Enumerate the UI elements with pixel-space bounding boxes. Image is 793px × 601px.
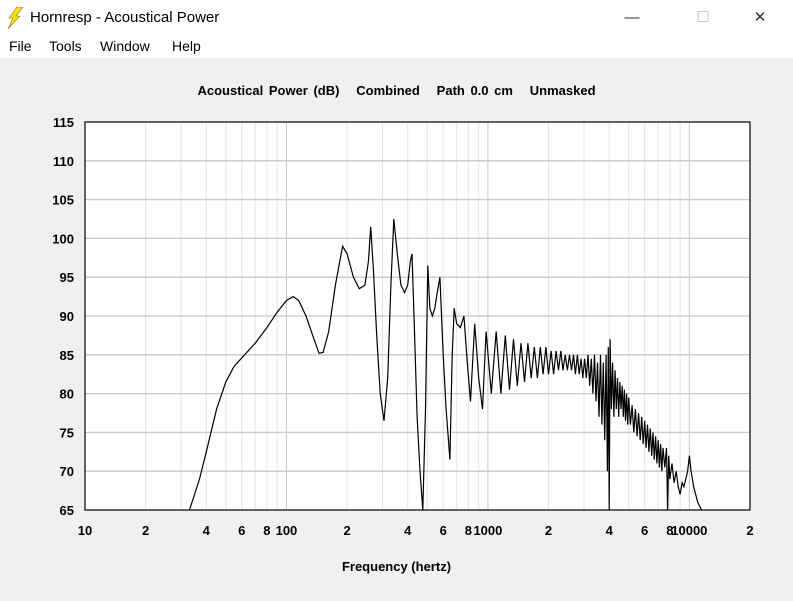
y-tick-label: 75 xyxy=(60,425,74,440)
x-tick-label: 6 xyxy=(238,523,245,538)
y-tick-label: 65 xyxy=(60,503,74,518)
y-tick-label: 110 xyxy=(53,154,74,169)
x-tick-label: 4 xyxy=(606,523,614,538)
y-tick-label: 100 xyxy=(52,231,74,246)
y-tick-label: 115 xyxy=(53,115,74,130)
y-tick-label: 80 xyxy=(60,387,74,402)
x-tick-label: 2 xyxy=(545,523,552,538)
x-tick-label: 1000 xyxy=(473,523,502,538)
y-tick-label: 85 xyxy=(60,348,74,363)
x-axis-label: Frequency (hertz) xyxy=(341,559,452,574)
x-tick-label: 10 xyxy=(78,523,92,538)
x-tick-label: 6 xyxy=(641,523,648,538)
x-tick-label: 6 xyxy=(440,523,447,538)
x-tick-label: 10000 xyxy=(671,523,707,538)
y-tick-label: 70 xyxy=(60,464,74,479)
x-tick-label: 8 xyxy=(465,523,472,538)
x-tick-label: 8 xyxy=(263,523,270,538)
x-tick-label: 2 xyxy=(343,523,350,538)
x-tick-label: 2 xyxy=(142,523,149,538)
x-tick-label: 4 xyxy=(203,523,211,538)
chart: 6570758085909510010511011510 2 4 6 8 100 2 4 6 8 1… xyxy=(52,115,753,538)
y-tick-label: 95 xyxy=(60,270,74,285)
x-tick-label: 100 xyxy=(276,523,298,538)
y-tick-label: 105 xyxy=(52,193,74,208)
x-tick-label: 2 xyxy=(746,523,753,538)
y-tick-label: 90 xyxy=(60,309,74,324)
x-tick-label: 4 xyxy=(404,523,412,538)
